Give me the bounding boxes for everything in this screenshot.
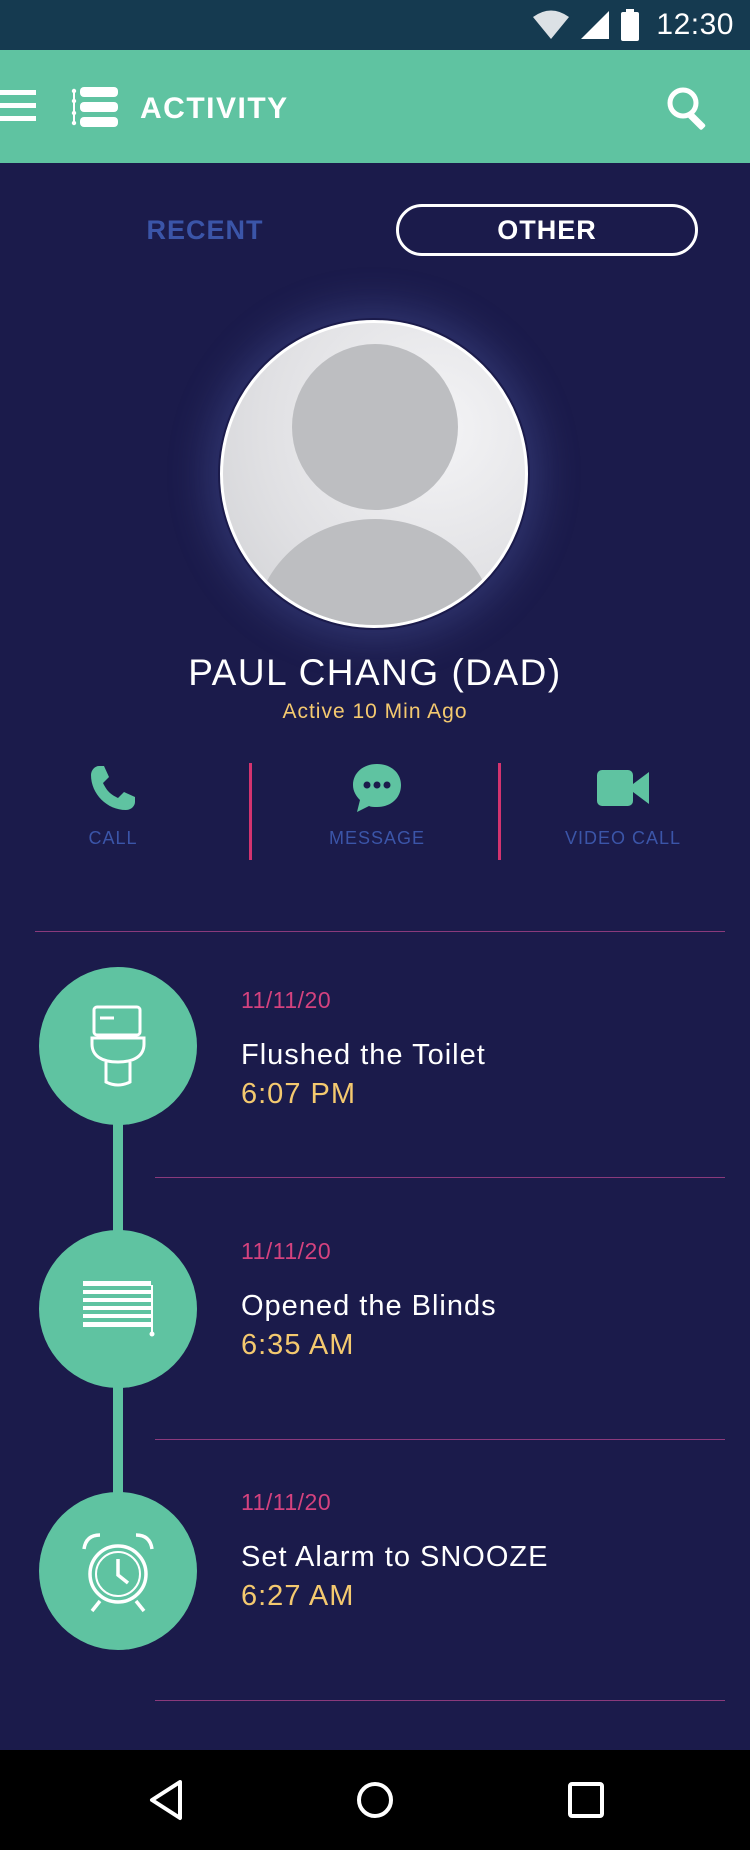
event-divider <box>155 1700 725 1701</box>
contact-status: Active 10 Min Ago <box>282 700 468 723</box>
avatar-body-silhouette <box>255 519 495 625</box>
section-divider <box>35 931 725 932</box>
avatar-head-silhouette <box>292 344 458 510</box>
tab-other[interactable]: OTHER <box>396 204 698 256</box>
wifi-icon <box>533 10 570 39</box>
video-call-button[interactable]: VIDEO CALL <box>513 760 733 870</box>
message-label: MESSAGE <box>328 828 426 848</box>
timeline-node <box>39 1492 197 1650</box>
action-divider <box>249 763 252 860</box>
event-time: 6:07 PM <box>241 1078 356 1110</box>
action-divider <box>498 763 501 860</box>
recents-icon[interactable] <box>560 1774 612 1826</box>
timeline-node <box>39 1230 197 1388</box>
page-title: ACTIVITY <box>140 92 289 125</box>
app-bar: ACTIVITY <box>0 50 750 163</box>
tab-recent[interactable]: RECENT <box>120 204 290 256</box>
phone-icon <box>91 766 135 810</box>
alarm-clock-icon <box>82 1533 154 1613</box>
event-divider <box>155 1177 725 1178</box>
menu-icon[interactable] <box>0 86 40 126</box>
event-divider <box>155 1439 725 1440</box>
system-nav-bar <box>0 1750 750 1850</box>
video-call-label: VIDEO CALL <box>564 828 682 848</box>
timeline-node <box>39 967 197 1125</box>
message-button[interactable]: MESSAGE <box>267 760 487 870</box>
clock: 12:30 <box>656 8 734 41</box>
home-icon[interactable] <box>349 1774 401 1826</box>
event-date: 11/11/20 <box>241 1238 332 1264</box>
call-button[interactable]: CALL <box>3 760 223 870</box>
toilet-icon <box>90 1005 146 1087</box>
status-bar: 12:30 <box>0 0 750 50</box>
event-time: 6:27 AM <box>241 1580 355 1612</box>
video-camera-icon <box>597 770 649 806</box>
event-title: Opened the Blinds <box>241 1290 497 1322</box>
blinds-icon <box>83 1281 155 1337</box>
event-title: Flushed the Toilet <box>241 1039 486 1071</box>
search-icon[interactable] <box>664 84 712 132</box>
activity-list-icon <box>71 87 118 127</box>
call-label: CALL <box>88 828 138 848</box>
avatar <box>220 320 528 628</box>
event-date: 11/11/20 <box>241 987 332 1013</box>
event-date: 11/11/20 <box>241 1489 332 1515</box>
signal-icon <box>581 11 610 39</box>
chat-bubble-icon <box>353 764 401 812</box>
event-time: 6:35 AM <box>241 1329 355 1361</box>
back-icon[interactable] <box>140 1774 192 1826</box>
event-title: Set Alarm to SNOOZE <box>241 1541 549 1573</box>
battery-icon <box>621 9 640 41</box>
contact-name: PAUL CHANG (DAD) <box>188 652 562 693</box>
